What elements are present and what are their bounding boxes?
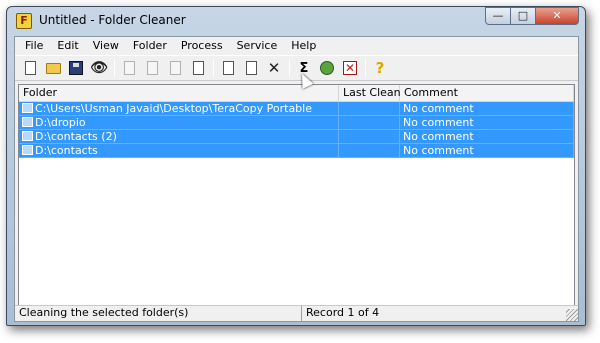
folder-icon — [22, 117, 33, 127]
table-row[interactable]: D:\dropio No comment — [19, 116, 574, 130]
copy-button[interactable] — [119, 58, 139, 78]
app-window: F Untitled - Folder Cleaner — □ ✕ File E… — [6, 6, 586, 326]
new-icon — [24, 61, 36, 75]
menu-help[interactable]: Help — [284, 37, 323, 55]
stop-button[interactable]: ✕ — [340, 58, 360, 78]
folder-path: D:\dropio — [35, 116, 86, 129]
clean-icon — [320, 61, 334, 75]
menu-folder[interactable]: Folder — [126, 37, 174, 55]
column-header-folder[interactable]: Folder — [19, 85, 339, 102]
copy-icon — [123, 61, 135, 75]
client-area: File Edit View Folder Process Service He… — [14, 36, 579, 322]
delete-button[interactable]: ✕ — [264, 58, 284, 78]
open-button[interactable] — [43, 58, 63, 78]
comment-cell: No comment — [400, 116, 574, 130]
menu-bar: File Edit View Folder Process Service He… — [15, 37, 578, 55]
open-icon — [45, 62, 61, 74]
save-button[interactable] — [66, 58, 86, 78]
help-icon: ? — [375, 58, 385, 77]
menu-edit[interactable]: Edit — [50, 37, 85, 55]
table-row[interactable]: C:\Users\Usman Javaid\Desktop\TeraCopy P… — [19, 102, 574, 116]
folder-path: C:\Users\Usman Javaid\Desktop\TeraCopy P… — [35, 102, 312, 115]
record-counter: Record 1 of 4 — [306, 306, 380, 319]
app-icon[interactable]: F — [16, 13, 32, 29]
column-header-last-clean[interactable]: Last Clean — [339, 85, 401, 102]
delete-icon: ✕ — [267, 58, 281, 77]
window-title: Untitled - Folder Cleaner — [39, 13, 186, 27]
find-icon: 👁 — [90, 60, 108, 76]
properties-icon — [192, 61, 204, 75]
edit-icon — [245, 61, 257, 75]
properties-button[interactable] — [188, 58, 208, 78]
table-row[interactable]: D:\contacts (2) No comment — [19, 130, 574, 144]
title-bar[interactable]: F Untitled - Folder Cleaner — □ ✕ — [7, 7, 585, 33]
table-row[interactable]: D:\contacts No comment — [19, 144, 574, 158]
last-clean-cell — [339, 102, 400, 116]
column-header-comment[interactable]: Comment — [400, 85, 574, 102]
toolbar-separator — [365, 59, 366, 77]
folder-icon — [22, 145, 33, 155]
status-message: Cleaning the selected folder(s) — [15, 306, 302, 321]
preview-icon — [222, 61, 234, 75]
stop-icon: ✕ — [343, 61, 357, 75]
find-button[interactable]: 👁 — [89, 58, 109, 78]
folder-grid[interactable]: Folder Last Clean Comment C:\Users\Usman… — [18, 84, 575, 306]
toolbar-separator — [289, 59, 290, 77]
save-icon — [69, 61, 83, 75]
folder-path: D:\contacts — [35, 144, 98, 157]
comment-cell: No comment — [400, 130, 574, 144]
cut-icon — [146, 61, 158, 75]
toolbar-separator — [114, 59, 115, 77]
folder-path: D:\contacts (2) — [35, 130, 117, 143]
last-clean-cell — [339, 144, 400, 158]
comment-cell: No comment — [400, 102, 574, 116]
last-clean-cell — [339, 116, 400, 130]
status-bar: Cleaning the selected folder(s) Record 1… — [15, 305, 578, 321]
comment-cell: No comment — [400, 144, 574, 158]
preview-button[interactable] — [218, 58, 238, 78]
new-button[interactable] — [20, 58, 40, 78]
help-button[interactable]: ? — [370, 58, 390, 78]
menu-view[interactable]: View — [86, 37, 126, 55]
menu-file[interactable]: File — [18, 37, 50, 55]
minimize-button[interactable]: — — [485, 7, 511, 25]
caption-buttons: — □ ✕ — [485, 7, 579, 25]
folder-cell: D:\contacts — [19, 144, 339, 158]
grid-header: Folder Last Clean Comment — [19, 85, 574, 102]
resize-grip[interactable] — [566, 309, 578, 321]
edit-button[interactable] — [241, 58, 261, 78]
clean-button[interactable] — [317, 58, 337, 78]
folder-cell: D:\dropio — [19, 116, 339, 130]
paste-button[interactable] — [165, 58, 185, 78]
toolbar-separator — [213, 59, 214, 77]
folder-icon — [22, 103, 33, 113]
menu-process[interactable]: Process — [174, 37, 230, 55]
paste-icon — [169, 61, 181, 75]
cut-button[interactable] — [142, 58, 162, 78]
maximize-button[interactable]: □ — [510, 7, 536, 25]
close-button[interactable]: ✕ — [535, 7, 579, 25]
folder-cell: D:\contacts (2) — [19, 130, 339, 144]
menu-service[interactable]: Service — [230, 37, 285, 55]
folder-icon — [22, 131, 33, 141]
last-clean-cell — [339, 130, 400, 144]
folder-cell: C:\Users\Usman Javaid\Desktop\TeraCopy P… — [19, 102, 339, 116]
